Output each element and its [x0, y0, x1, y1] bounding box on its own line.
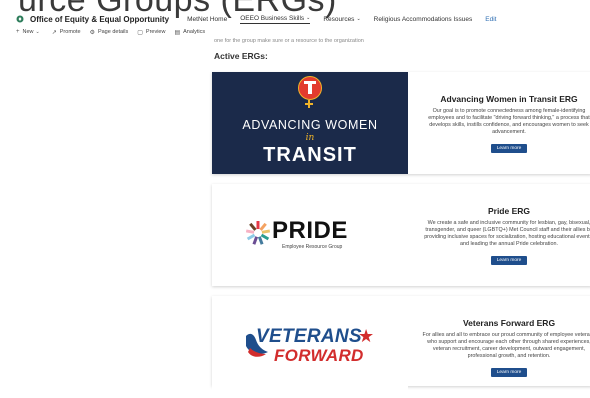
command-bar: + New ⌄ ↗ Promote ⚙ Page details ▢ Preview ▤ A… [0, 27, 590, 37]
pride-subtitle: Employee Resource Group [282, 244, 343, 250]
site-name[interactable]: Office of Equity & Equal Opportunity [30, 15, 169, 24]
preview-icon: ▢ [137, 29, 143, 36]
forward-wordmark: FORWARD [274, 346, 364, 365]
chevron-down-icon: ⌄ [306, 15, 311, 21]
erg-info: Advancing Women in Transit ERG Our goal … [416, 72, 590, 174]
veterans-forward-banner[interactable]: VETERANS FORWARD ★ [212, 296, 408, 398]
nav-item-metnet-home[interactable]: MetNet Home [187, 16, 227, 23]
pride-banner[interactable]: PRIDE Employee Resource Group [212, 184, 408, 286]
analytics-icon: ▤ [174, 29, 181, 36]
nav-item-resources[interactable]: Resources ⌄ [323, 16, 360, 23]
erg-card-pride: PRIDE Employee Resource Group Pride ERG … [212, 184, 590, 286]
erg-card-women-in-transit: ADVANCING WOMEN in TRANSIT Advancing Wom… [212, 72, 590, 174]
page-details-button[interactable]: ⚙ Page details [90, 29, 129, 36]
preview-button[interactable]: ▢ Preview [137, 29, 165, 36]
erg-card-veterans-forward: VETERANS FORWARD ★ Veterans Forward ERG … [212, 296, 590, 398]
pride-burst-icon [245, 221, 271, 245]
learn-more-button[interactable]: Learn more [490, 368, 528, 377]
site-logo-icon [16, 15, 24, 23]
erg-title: Advancing Women in Transit ERG [440, 94, 578, 104]
learn-more-button[interactable]: Learn more [490, 256, 528, 265]
erg-info: Pride ERG We create a safe and inclusive… [416, 184, 590, 286]
promote-icon: ↗ [51, 29, 57, 36]
erg-description: For allies and all to embrace our proud … [422, 332, 590, 359]
nav-item-religious-accommodations[interactable]: Religious Accommodations Issues [374, 16, 473, 23]
pride-wordmark: PRIDE [272, 217, 348, 244]
erg-description: Our goal is to promote connectedness amo… [428, 108, 590, 135]
site-header: Office of Equity & Equal Opportunity Met… [0, 12, 590, 26]
plus-icon: + [16, 29, 20, 35]
veterans-wordmark: VETERANS [256, 326, 362, 347]
chevron-down-icon: ⌄ [356, 16, 361, 22]
intro-text: one for the group make sure or a resourc… [214, 38, 364, 44]
erg-title: Pride ERG [487, 206, 531, 216]
banner-in: in [305, 133, 315, 143]
women-in-transit-banner[interactable]: ADVANCING WOMEN in TRANSIT [212, 72, 408, 174]
nav-item-oeeo-business-skills[interactable]: OEEO Business Skills ⌄ [240, 15, 311, 24]
edit-nav-link[interactable]: Edit [485, 16, 496, 23]
learn-more-button[interactable]: Learn more [490, 144, 528, 153]
analytics-button[interactable]: ▤ Analytics [174, 29, 205, 36]
promote-button[interactable]: ↗ Promote [52, 29, 81, 36]
banner-line-1: ADVANCING WOMEN [242, 118, 378, 132]
gear-icon: ⚙ [89, 29, 95, 36]
erg-title: Veterans Forward ERG [462, 318, 556, 328]
erg-description: We create a safe and inclusive community… [424, 220, 590, 247]
new-button[interactable]: + New ⌄ [16, 29, 43, 35]
section-heading: Active ERGs: [214, 51, 268, 61]
transit-logo-icon [298, 76, 322, 100]
star-icon: ★ [358, 326, 375, 346]
erg-info: Veterans Forward ERG For allies and all … [416, 296, 590, 398]
banner-line-2: TRANSIT [263, 144, 357, 166]
chevron-down-icon: ⌄ [35, 29, 40, 35]
